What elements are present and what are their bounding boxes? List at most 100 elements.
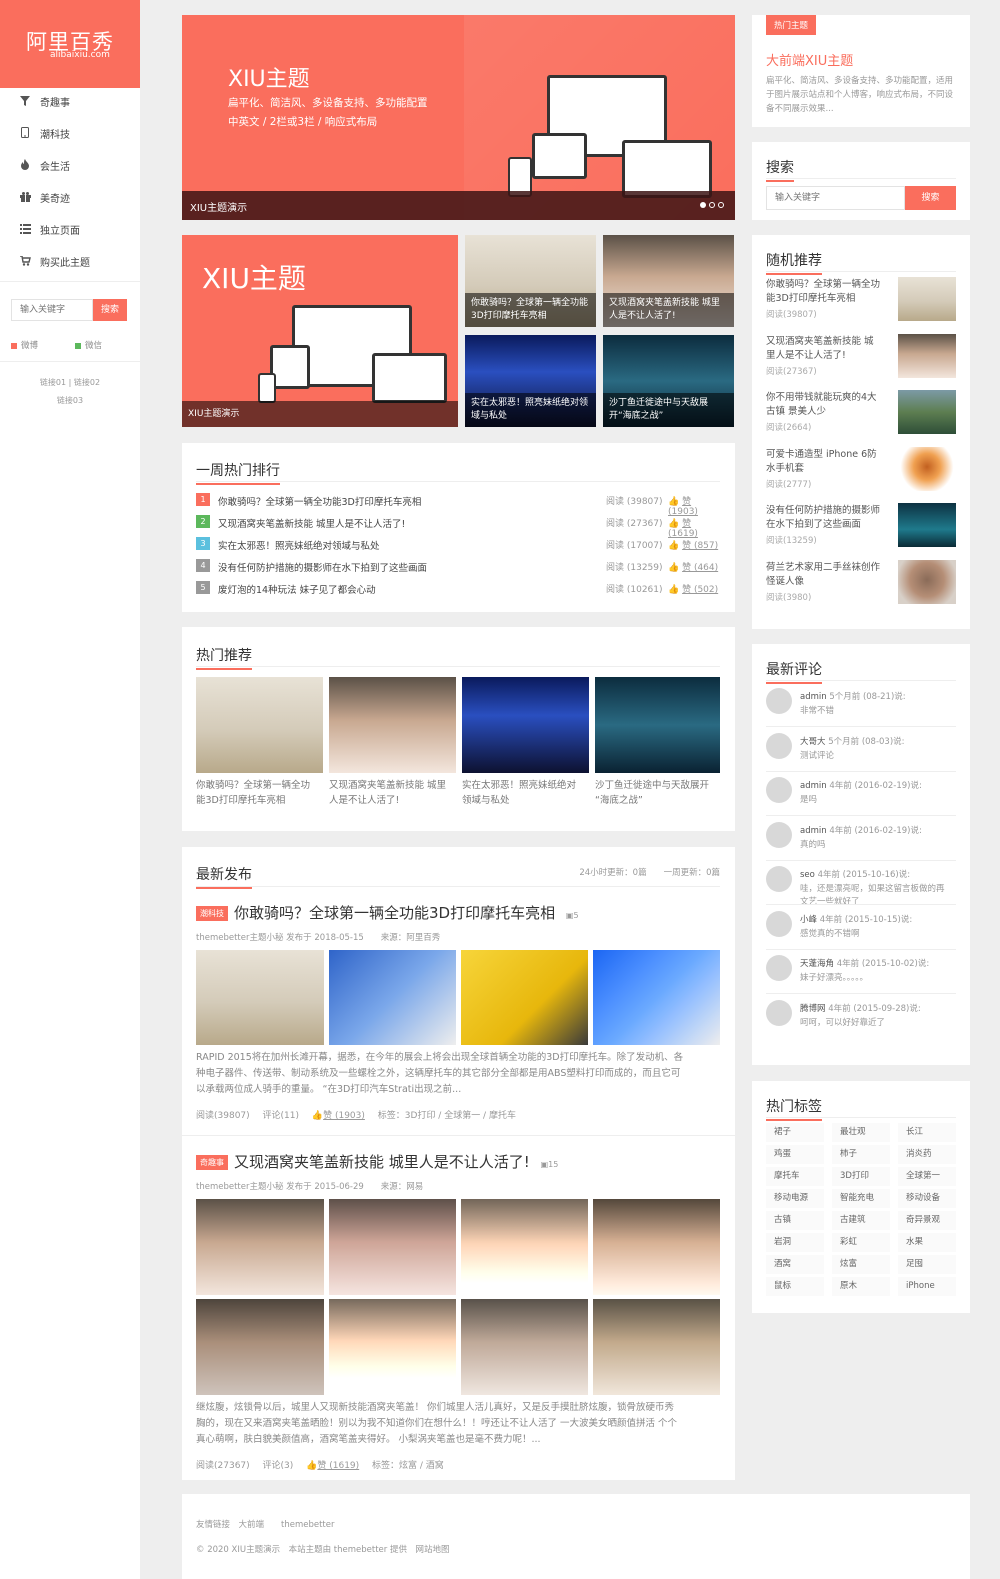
nav-item-qiqushi[interactable]: 奇趣事 bbox=[0, 88, 140, 120]
tag-link[interactable]: 彩虹 bbox=[832, 1233, 890, 1252]
friend-links[interactable]: 友情链接 大前端 themebetter bbox=[196, 1518, 334, 1530]
random-item-thumb[interactable] bbox=[898, 446, 956, 491]
ad-title[interactable]: 大前端XIU主题 bbox=[766, 50, 853, 69]
tag-link[interactable]: 水果 bbox=[898, 1233, 956, 1252]
tag-link[interactable]: 古镇 bbox=[766, 1211, 824, 1230]
hot-caption[interactable]: 又现酒窝夹笔盖新技能 城里 人是不让人活了! bbox=[329, 778, 446, 808]
focus-big[interactable]: XIU主题 XIU主题演示 bbox=[182, 235, 458, 427]
left-links-line1[interactable]: 链接01 | 链接02 bbox=[0, 377, 140, 388]
tag-link[interactable]: 足囤 bbox=[898, 1255, 956, 1274]
rank-like-count[interactable]: 赞 (502) bbox=[682, 585, 718, 595]
comment-count[interactable]: 评论(11) bbox=[263, 1111, 299, 1121]
hot-thumb[interactable] bbox=[595, 677, 720, 773]
rank-title[interactable]: 实在太邪恶！照亮妹纸绝对领域与私处 bbox=[218, 538, 380, 552]
post-title-text[interactable]: 又现酒窝夹笔盖新技能 城里人是不让人活了! bbox=[234, 1153, 530, 1171]
tag-link[interactable]: 原木 bbox=[832, 1277, 890, 1296]
site-logo[interactable]: 阿里百秀 alibaixiu.com bbox=[0, 0, 140, 88]
comment-count[interactable]: 评论(3) bbox=[263, 1461, 294, 1471]
post-title[interactable]: 奇趣事 又现酒窝夹笔盖新技能 城里人是不让人活了! ▣15 bbox=[196, 1151, 558, 1172]
right-search-input[interactable] bbox=[766, 186, 905, 210]
tag-link[interactable]: 柿子 bbox=[832, 1145, 890, 1164]
tag-link[interactable]: 智能充电 bbox=[832, 1189, 890, 1208]
rank-row[interactable]: 1 你敢骑吗？全球第一辆全功能3D打印摩托车亮相 阅读 (39807) 👍 赞 (19… bbox=[196, 489, 720, 517]
post-image[interactable] bbox=[329, 1299, 456, 1395]
tag-link[interactable]: 酒窝 bbox=[766, 1255, 824, 1274]
tag-link[interactable]: 鼠标 bbox=[766, 1277, 824, 1296]
post-image[interactable] bbox=[461, 950, 588, 1045]
tag-link[interactable]: 摩托车 bbox=[766, 1167, 824, 1186]
random-item-title[interactable]: 你不用带钱就能玩爽的4大 古镇 景美人少 bbox=[766, 391, 877, 419]
hot-caption[interactable]: 你敢骑吗？全球第一辆全功 能3D打印摩托车亮相 bbox=[196, 778, 310, 808]
rank-title[interactable]: 又现酒窝夹笔盖新技能 城里人是不让人活了! bbox=[218, 516, 405, 530]
nav-item-chaokeji[interactable]: 潮科技 bbox=[0, 120, 140, 152]
post-image[interactable] bbox=[196, 1299, 324, 1395]
post-image[interactable] bbox=[196, 1199, 324, 1295]
rank-title[interactable]: 废灯泡的14种玩法 妹子见了都会心动 bbox=[218, 582, 376, 596]
left-search-input[interactable] bbox=[11, 299, 93, 321]
tag-link[interactable]: 鸡蛋 bbox=[766, 1145, 824, 1164]
rank-like-count[interactable]: 赞 (857) bbox=[682, 541, 718, 551]
random-item-title[interactable]: 你敢骑吗？全球第一辆全功 能3D打印摩托车亮相 bbox=[766, 278, 880, 306]
tag-link[interactable]: 移动电源 bbox=[766, 1189, 824, 1208]
post-tags[interactable]: 标签：3D打印 / 全球第一 / 摩托车 bbox=[378, 1111, 516, 1121]
post-category-badge[interactable]: 潮科技 bbox=[196, 906, 228, 921]
post-image[interactable] bbox=[329, 1199, 456, 1295]
tag-link[interactable]: 岩洞 bbox=[766, 1233, 824, 1252]
focus-tile[interactable]: 又现酒窝夹笔盖新技能 城里人是不让人活了! bbox=[603, 235, 734, 327]
random-item-title[interactable]: 没有任何防护措施的摄影师 在水下拍到了这些画面 bbox=[766, 504, 880, 532]
tag-link[interactable]: 消炎药 bbox=[898, 1145, 956, 1164]
rank-row[interactable]: 4 没有任何防护措施的摄影师在水下拍到了这些画面 阅读 (13259) 👍 赞 (46… bbox=[196, 555, 720, 577]
rank-row[interactable]: 2 又现酒窝夹笔盖新技能 城里人是不让人活了! 阅读 (27367) 👍 赞 (161… bbox=[196, 511, 720, 539]
tag-link[interactable]: 炫富 bbox=[832, 1255, 890, 1274]
slider-dot[interactable] bbox=[718, 202, 724, 208]
hero-slider[interactable]: XIU主题 扁平化、简洁风、多设备支持、多功能配置 中英文 / 2栏或3栏 / … bbox=[182, 15, 735, 220]
tag-link[interactable]: 全球第一 bbox=[898, 1167, 956, 1186]
tag-link[interactable]: 奇异景观 bbox=[898, 1211, 956, 1230]
post-image[interactable] bbox=[593, 1199, 720, 1295]
hot-thumb[interactable] bbox=[462, 677, 589, 773]
rank-like[interactable]: 👍 赞 (857) bbox=[668, 538, 718, 551]
rank-like[interactable]: 👍 赞 (502) bbox=[668, 582, 718, 595]
post-title-text[interactable]: 你敢骑吗？全球第一辆全功能3D打印摩托车亮相 bbox=[234, 904, 555, 922]
left-search-button[interactable]: 搜索 bbox=[93, 299, 127, 321]
rank-row[interactable]: 3 实在太邪恶！照亮妹纸绝对领域与私处 阅读 (17007) 👍 赞 (857) bbox=[196, 533, 720, 555]
rank-title[interactable]: 你敢骑吗？全球第一辆全功能3D打印摩托车亮相 bbox=[218, 494, 421, 508]
post-image[interactable] bbox=[461, 1199, 588, 1295]
hot-caption[interactable]: 沙丁鱼迁徙途中与天敌展开 “海底之战” bbox=[595, 778, 709, 808]
nav-item-meiqiji[interactable]: 美奇迹 bbox=[0, 184, 140, 216]
post-category-badge[interactable]: 奇趣事 bbox=[196, 1155, 228, 1170]
weibo-link[interactable]: 微博 bbox=[11, 339, 38, 351]
right-search-button[interactable]: 搜索 bbox=[905, 186, 956, 210]
like-link[interactable]: 赞 (1619) bbox=[317, 1461, 359, 1471]
hot-thumb[interactable] bbox=[329, 677, 456, 773]
focus-tile[interactable]: 沙丁鱼迁徙途中与天敌展开“海底之战” bbox=[603, 335, 734, 427]
focus-tile[interactable]: 你敢骑吗？全球第一辆全功能3D打印摩托车亮相 bbox=[465, 235, 596, 327]
tag-link[interactable]: 古建筑 bbox=[832, 1211, 890, 1230]
random-item-thumb[interactable] bbox=[898, 390, 956, 434]
tag-link[interactable]: 3D打印 bbox=[832, 1167, 890, 1186]
random-item-title[interactable]: 又现酒窝夹笔盖新技能 城里人是不让人活了! bbox=[766, 335, 874, 363]
post-title[interactable]: 潮科技 你敢骑吗？全球第一辆全功能3D打印摩托车亮相 ▣5 bbox=[196, 902, 579, 923]
random-item-thumb[interactable] bbox=[898, 277, 956, 321]
hot-caption[interactable]: 实在太邪恶！照亮妹纸绝对 领域与私处 bbox=[462, 778, 576, 808]
hot-thumb[interactable] bbox=[196, 677, 323, 773]
random-item-thumb[interactable] bbox=[898, 559, 956, 604]
slider-dot-active[interactable] bbox=[700, 202, 706, 208]
slider-dot[interactable] bbox=[709, 202, 715, 208]
tag-link[interactable]: iPhone bbox=[898, 1277, 956, 1296]
post-image[interactable] bbox=[593, 1299, 720, 1395]
random-item-title[interactable]: 荷兰艺术家用二手丝袜创作 怪诞人像 bbox=[766, 561, 880, 589]
random-item-thumb[interactable] bbox=[898, 503, 956, 547]
post-tags[interactable]: 标签：炫富 / 酒窝 bbox=[372, 1461, 444, 1471]
nav-item-huishenghuo[interactable]: 会生活 bbox=[0, 152, 140, 184]
rank-like-count[interactable]: 赞 (464) bbox=[682, 563, 718, 573]
nav-item-buy[interactable]: 购买此主题 bbox=[0, 248, 140, 280]
rank-row[interactable]: 5 废灯泡的14种玩法 妹子见了都会心动 阅读 (10261) 👍 赞 (502) bbox=[196, 577, 720, 599]
random-item-title[interactable]: 可爱卡通造型 iPhone 6防 水手机套 bbox=[766, 448, 877, 476]
tag-link[interactable]: 最壮观 bbox=[832, 1123, 890, 1142]
random-item-thumb[interactable] bbox=[898, 333, 956, 378]
post-image[interactable] bbox=[329, 950, 456, 1045]
weixin-link[interactable]: 微信 bbox=[75, 339, 102, 351]
tag-link[interactable]: 裙子 bbox=[766, 1123, 824, 1142]
post-image[interactable] bbox=[196, 950, 324, 1045]
